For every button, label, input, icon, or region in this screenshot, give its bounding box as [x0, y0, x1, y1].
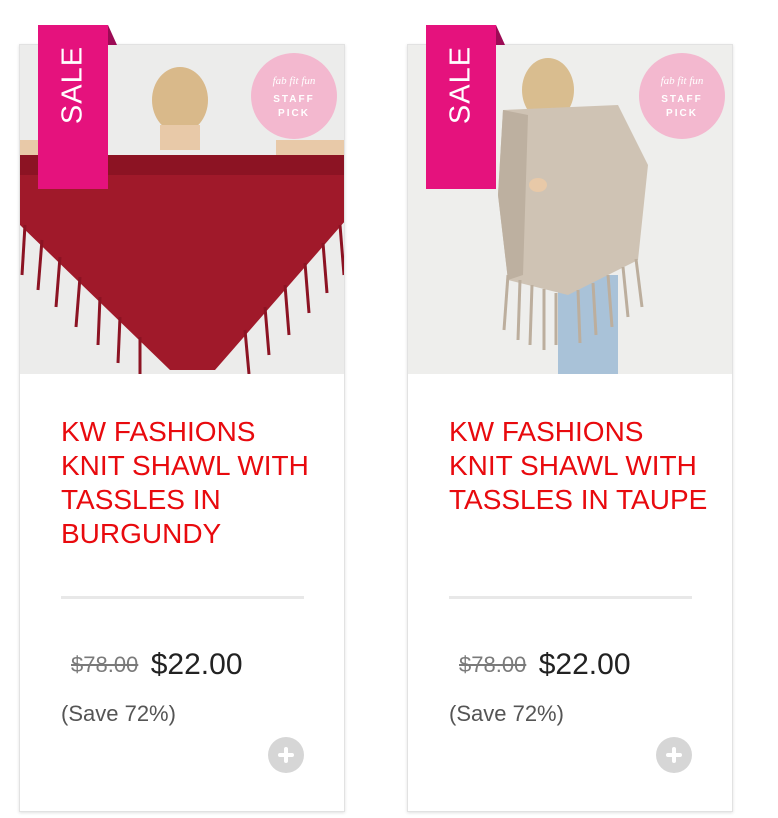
divider: [61, 596, 304, 599]
staff-pick-badge: fab fit fun STAFF PICK: [251, 53, 337, 139]
sale-ribbon: SALE: [38, 25, 117, 189]
badge-brand: fab fit fun: [272, 75, 316, 87]
product-grid: SALE fab fit fun STAFF PICK KW FASHIONS …: [0, 0, 778, 818]
add-to-cart-plus-icon[interactable]: [268, 737, 304, 773]
product-card[interactable]: SALE fab fit fun STAFF PICK KW FASHIONS …: [19, 25, 345, 812]
badge-line-2: PICK: [666, 108, 698, 119]
original-price: $78.00: [459, 652, 527, 677]
badge-brand: fab fit fun: [660, 75, 704, 87]
sale-label: SALE: [56, 45, 89, 125]
divider: [449, 596, 692, 599]
sale-price: $22.00: [150, 648, 243, 681]
product-title[interactable]: KW FASHIONS KNIT SHAWL WITH TASSLES IN T…: [449, 415, 709, 517]
add-to-cart-plus-icon[interactable]: [656, 737, 692, 773]
product-card[interactable]: SALE fab fit fun STAFF PICK KW FASHIONS …: [407, 25, 733, 812]
sale-price: $22.00: [538, 648, 631, 681]
sale-label: SALE: [444, 45, 477, 125]
original-price: $78.00: [71, 652, 139, 677]
price-row: $78.00 $22.00: [71, 648, 243, 682]
badge-line-1: STAFF: [661, 94, 703, 105]
staff-pick-badge: fab fit fun STAFF PICK: [639, 53, 725, 139]
badge-line-1: STAFF: [273, 94, 315, 105]
price-row: $78.00 $22.00: [459, 648, 631, 682]
savings-text: (Save 72%): [61, 701, 176, 726]
savings-text: (Save 72%): [449, 701, 564, 726]
sale-ribbon: SALE: [426, 25, 505, 189]
product-title[interactable]: KW FASHIONS KNIT SHAWL WITH TASSLES IN B…: [61, 415, 321, 551]
badge-line-2: PICK: [278, 108, 310, 119]
